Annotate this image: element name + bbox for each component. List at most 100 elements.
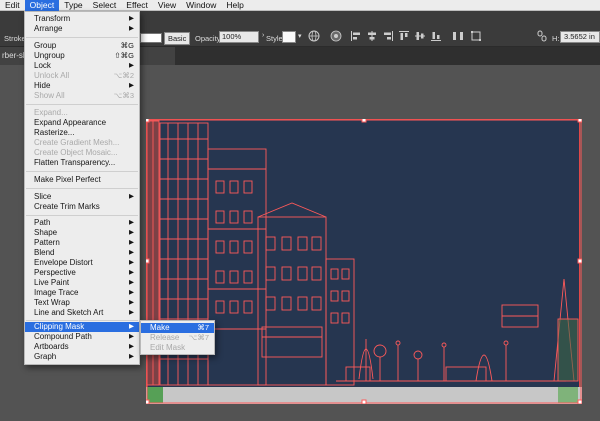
menu-item-edit-mask[interactable]: Edit Mask xyxy=(141,343,214,353)
menu-item-rasterize[interactable]: Rasterize... xyxy=(25,128,139,138)
menu-effect[interactable]: Effect xyxy=(121,0,153,11)
menu-item-show-all[interactable]: Show All ⌥⌘3 xyxy=(25,91,139,101)
menu-item-artboards[interactable]: Artboards ▶ xyxy=(25,342,139,352)
distribute-icon[interactable] xyxy=(452,30,464,42)
menu-item-label: Artboards xyxy=(34,342,69,351)
menu-object[interactable]: Object xyxy=(24,0,60,11)
menu-item-perspective[interactable]: Perspective ▶ xyxy=(25,268,139,278)
globe-icon[interactable] xyxy=(308,30,320,42)
menu-item-label: Expand Appearance xyxy=(34,118,107,127)
menu-item-make[interactable]: Make ⌘7 xyxy=(141,323,214,333)
menu-item-label: Flatten Transparency... xyxy=(34,158,116,167)
menu-item-clipping-mask[interactable]: Clipping Mask ▶ xyxy=(25,322,139,332)
menu-item-blend[interactable]: Blend ▶ xyxy=(25,248,139,258)
menu-help[interactable]: Help xyxy=(221,0,248,11)
menu-view[interactable]: View xyxy=(153,0,181,11)
height-field[interactable]: 3.5652 in xyxy=(560,31,600,43)
menu-item-label: Expand... xyxy=(34,108,68,117)
menu-type[interactable]: Type xyxy=(59,0,87,11)
menu-item-label: Make Pixel Perfect xyxy=(34,175,101,184)
menu-item-line-and-sketch-art[interactable]: Line and Sketch Art ▶ xyxy=(25,308,139,318)
menu-item-pattern[interactable]: Pattern ▶ xyxy=(25,238,139,248)
menu-select[interactable]: Select xyxy=(88,0,122,11)
submenu-arrow-icon: ▶ xyxy=(129,299,134,306)
menu-item-label: Blend xyxy=(34,248,55,257)
menu-separator xyxy=(26,37,138,38)
menu-item-label: Compound Path xyxy=(34,332,92,341)
clipping-mask-submenu: Make ⌘7 Release ⌥⌘7 Edit Mask xyxy=(140,320,215,355)
submenu-arrow-icon: ▶ xyxy=(129,193,134,200)
menu-separator xyxy=(26,188,138,189)
menu-item-create-gradient-mesh[interactable]: Create Gradient Mesh... xyxy=(25,138,139,148)
menu-separator xyxy=(26,171,138,172)
menu-item-label: Line and Sketch Art xyxy=(34,308,104,317)
menu-item-hide[interactable]: Hide ▶ xyxy=(25,81,139,91)
menu-item-expand-appearance[interactable]: Expand Appearance xyxy=(25,118,139,128)
menu-item-label: Perspective xyxy=(34,268,76,277)
opacity-field[interactable]: 100% xyxy=(219,31,259,43)
chevron-right-icon[interactable]: › xyxy=(262,32,264,39)
menu-item-arrange[interactable]: Arrange ▶ xyxy=(25,24,139,34)
menu-item-flatten-transparency[interactable]: Flatten Transparency... xyxy=(25,158,139,168)
menu-item-image-trace[interactable]: Image Trace ▶ xyxy=(25,288,139,298)
menu-item-label: Slice xyxy=(34,192,52,201)
menu-item-ungroup[interactable]: Ungroup ⇧⌘G xyxy=(25,51,139,61)
menu-item-create-trim-marks[interactable]: Create Trim Marks xyxy=(25,202,139,212)
menu-item-text-wrap[interactable]: Text Wrap ▶ xyxy=(25,298,139,308)
menu-window[interactable]: Window xyxy=(181,0,221,11)
align-middle-icon[interactable] xyxy=(414,30,426,42)
menu-item-label: Unlock All xyxy=(34,71,70,80)
menu-item-label: Ungroup xyxy=(34,51,65,60)
align-top-icon[interactable] xyxy=(398,30,410,42)
menu-edit[interactable]: Edit xyxy=(0,0,25,11)
menu-item-label: Text Wrap xyxy=(34,298,70,307)
submenu-arrow-icon: ▶ xyxy=(129,343,134,350)
menu-item-make-pixel-perfect[interactable]: Make Pixel Perfect xyxy=(25,175,139,185)
stroke-label[interactable]: Stroke xyxy=(4,34,26,43)
menu-item-label: Create Trim Marks xyxy=(34,202,100,211)
link-icon[interactable] xyxy=(536,30,548,42)
chevron-down-icon[interactable]: ▾ xyxy=(298,32,302,40)
menu-item-compound-path[interactable]: Compound Path ▶ xyxy=(25,332,139,342)
menu-separator xyxy=(26,215,138,216)
recolor-icon[interactable] xyxy=(330,30,342,42)
menu-item-live-paint[interactable]: Live Paint ▶ xyxy=(25,278,139,288)
menu-item-label: Release xyxy=(150,333,180,342)
menu-item-label: Group xyxy=(34,41,57,50)
menu-item-slice[interactable]: Slice ▶ xyxy=(25,192,139,202)
menu-item-graph[interactable]: Graph ▶ xyxy=(25,352,139,362)
menu-item-transform[interactable]: Transform ▶ xyxy=(25,14,139,24)
menu-item-label: Graph xyxy=(34,352,57,361)
transform-icon[interactable] xyxy=(470,30,482,42)
graphic-style-swatch[interactable] xyxy=(282,31,296,43)
menu-item-lock[interactable]: Lock ▶ xyxy=(25,61,139,71)
chevron-right-icon[interactable]: › xyxy=(186,33,188,40)
menu-item-shape[interactable]: Shape ▶ xyxy=(25,228,139,238)
artwork-illustration[interactable] xyxy=(146,119,582,404)
submenu-arrow-icon: ▶ xyxy=(129,82,134,89)
menu-item-label: Image Trace xyxy=(34,288,79,297)
align-bottom-icon[interactable] xyxy=(430,30,442,42)
object-menu: Transform ▶ Arrange ▶ Group ⌘G Ungroup ⇧⌘G L… xyxy=(24,11,140,365)
menu-separator xyxy=(26,104,138,105)
submenu-arrow-icon: ▶ xyxy=(129,269,134,276)
menu-item-unlock-all[interactable]: Unlock All ⌥⌘2 xyxy=(25,71,139,81)
submenu-arrow-icon: ▶ xyxy=(129,353,134,360)
menu-item-label: Create Object Mosaic... xyxy=(34,148,118,157)
menu-item-release[interactable]: Release ⌥⌘7 xyxy=(141,333,214,343)
menu-item-label: Show All xyxy=(34,91,65,100)
shortcut-label: ⌘7 xyxy=(197,323,209,332)
menu-item-group[interactable]: Group ⌘G xyxy=(25,41,139,51)
submenu-arrow-icon: ▶ xyxy=(129,15,134,22)
menu-item-expand[interactable]: Expand... xyxy=(25,108,139,118)
align-center-icon[interactable] xyxy=(366,30,378,42)
menu-item-label: Arrange xyxy=(34,24,63,33)
submenu-arrow-icon: ▶ xyxy=(129,249,134,256)
menu-item-envelope-distort[interactable]: Envelope Distort ▶ xyxy=(25,258,139,268)
menu-item-create-object-mosaic[interactable]: Create Object Mosaic... xyxy=(25,148,139,158)
menu-separator xyxy=(26,320,138,321)
align-right-icon[interactable] xyxy=(382,30,394,42)
brush-preview[interactable] xyxy=(140,33,162,43)
menu-item-path[interactable]: Path ▶ xyxy=(25,218,139,228)
align-left-icon[interactable] xyxy=(350,30,362,42)
